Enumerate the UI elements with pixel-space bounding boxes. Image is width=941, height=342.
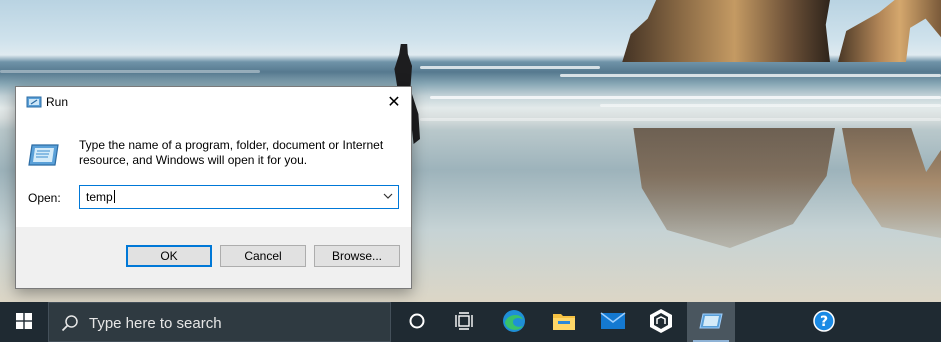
taskbar-search-box[interactable]: Type here to search bbox=[48, 302, 391, 342]
file-explorer-icon bbox=[552, 310, 576, 335]
dialog-titlebar[interactable]: Run ✕ bbox=[16, 87, 411, 117]
cortana-icon bbox=[408, 312, 426, 333]
run-icon bbox=[28, 142, 60, 168]
file-explorer-button[interactable] bbox=[540, 302, 588, 342]
run-dialog: Run ✕ Type the name of a program, folder… bbox=[15, 86, 412, 289]
browse-button[interactable]: Browse... bbox=[314, 245, 400, 267]
app-icon bbox=[648, 308, 674, 337]
ok-button[interactable]: OK bbox=[126, 245, 212, 267]
windows-logo-icon bbox=[16, 312, 32, 332]
close-button[interactable]: ✕ bbox=[377, 87, 411, 117]
run-icon bbox=[26, 95, 42, 109]
wallpaper-wave bbox=[0, 70, 260, 73]
chevron-down-icon[interactable] bbox=[382, 190, 394, 202]
text-caret bbox=[113, 190, 115, 203]
wallpaper-rock-arch bbox=[838, 0, 941, 62]
start-button[interactable] bbox=[0, 302, 48, 342]
edge-button[interactable] bbox=[490, 302, 538, 342]
search-icon bbox=[61, 314, 79, 332]
wallpaper-reflection bbox=[633, 128, 835, 248]
dialog-description: Type the name of a program, folder, docu… bbox=[79, 138, 384, 167]
wallpaper-wave bbox=[420, 66, 600, 69]
dialog-title: Run bbox=[46, 95, 69, 109]
task-view-button[interactable] bbox=[440, 302, 488, 342]
cancel-button[interactable]: Cancel bbox=[220, 245, 306, 267]
app-button[interactable] bbox=[637, 302, 685, 342]
close-icon: ✕ bbox=[387, 94, 401, 111]
open-label: Open: bbox=[28, 191, 61, 205]
mail-button[interactable] bbox=[589, 302, 637, 342]
taskbar: Type here to search ? bbox=[0, 302, 941, 342]
mail-icon bbox=[600, 311, 626, 334]
wallpaper-wave bbox=[560, 74, 941, 77]
search-placeholder: Type here to search bbox=[89, 315, 222, 332]
help-icon: ? bbox=[813, 309, 835, 335]
wallpaper-wave bbox=[420, 118, 941, 121]
wallpaper-reflection bbox=[842, 128, 941, 238]
open-combobox[interactable]: temp bbox=[79, 185, 399, 209]
run-taskbar-button[interactable] bbox=[687, 302, 735, 342]
help-button[interactable]: ? bbox=[800, 302, 848, 342]
wallpaper-wave bbox=[430, 96, 941, 99]
wallpaper-wave bbox=[600, 104, 941, 107]
run-icon bbox=[699, 312, 723, 333]
dialog-footer: OK Cancel Browse... bbox=[16, 227, 411, 288]
task-view-icon bbox=[454, 311, 474, 333]
svg-text:?: ? bbox=[820, 314, 828, 330]
open-input[interactable]: temp bbox=[86, 190, 115, 204]
cortana-button[interactable] bbox=[393, 302, 441, 342]
edge-icon bbox=[501, 308, 527, 337]
wallpaper-rock bbox=[622, 0, 830, 62]
